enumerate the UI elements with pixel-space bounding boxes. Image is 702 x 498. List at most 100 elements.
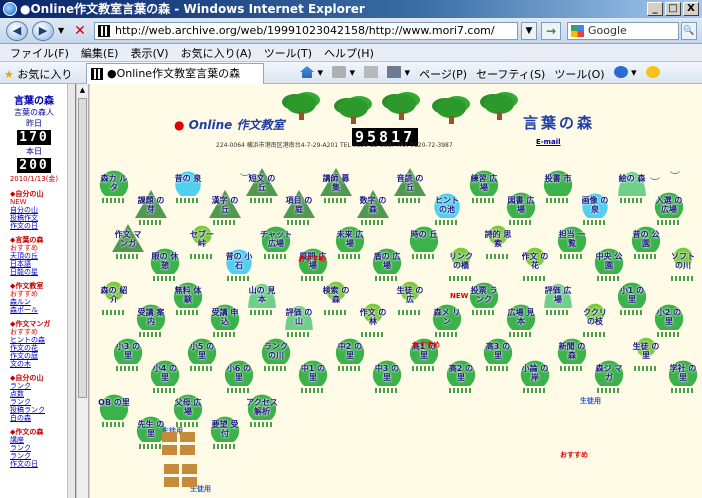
map-location-link[interactable]: 入選 の広場 xyxy=(653,190,685,218)
map-location-link[interactable]: 広場 見本 xyxy=(505,302,537,330)
sidebar-link[interactable]: 森ポール xyxy=(10,306,64,314)
map-location-link[interactable]: 項目 の庭 xyxy=(283,190,315,218)
sidebar-link[interactable]: 投稿ランク xyxy=(10,406,64,414)
map-location-link[interactable]: 担当 一覧 xyxy=(556,224,588,252)
sidebar-link[interactable]: 日本語 xyxy=(10,260,64,268)
map-location-link[interactable]: 無料 体験 xyxy=(172,280,204,308)
search-field[interactable]: Google xyxy=(567,22,679,40)
sidebar-link[interactable]: ランク xyxy=(10,444,64,452)
map-location-link[interactable]: 評価 の山 xyxy=(283,302,315,330)
map-location-link[interactable]: 昔の 小石 xyxy=(223,246,255,274)
sidebar-link[interactable]: ランク xyxy=(10,398,64,406)
map-location-link[interactable]: 小2 の里 xyxy=(653,302,685,330)
map-location-link[interactable]: 投票 ランク xyxy=(468,280,500,308)
map-location-link[interactable]: 投書 市 xyxy=(542,168,574,196)
sidebar-link[interactable]: 森ルン xyxy=(10,298,64,306)
sidebar-link[interactable]: おすすめ xyxy=(10,328,64,336)
tools-menu[interactable]: ツール(O) xyxy=(554,66,604,82)
map-location-link[interactable]: 絵の 森 xyxy=(616,168,648,196)
map-location-link[interactable]: ソフト の川 xyxy=(667,246,699,274)
map-location-link[interactable]: 森ジ マガ xyxy=(593,358,625,386)
map-location-link[interactable]: 中央 公園 xyxy=(593,246,625,274)
map-location-link[interactable]: ランク の川 xyxy=(260,336,292,364)
sidebar-link[interactable]: 作文の日 xyxy=(10,222,64,230)
map-location-link[interactable]: チャット 広場 xyxy=(260,224,292,252)
search-button[interactable]: 🔍 xyxy=(681,22,697,40)
safety-menu[interactable]: セーフティ(S) xyxy=(476,66,545,82)
feeds-button[interactable]: ▾ xyxy=(332,66,355,82)
stop-icon[interactable]: ✕ xyxy=(72,23,88,39)
page-menu[interactable]: ページ(P) xyxy=(419,66,467,82)
minimize-button[interactable]: _ xyxy=(647,2,663,16)
menu-edit[interactable]: 編集(E) xyxy=(75,45,125,61)
map-location-link[interactable]: 検索 の森 xyxy=(320,280,352,308)
menu-file[interactable]: ファイル(F) xyxy=(4,45,75,61)
sidebar-link[interactable]: 作文の日 xyxy=(10,460,64,468)
history-dropdown-icon[interactable]: ▼ xyxy=(58,26,64,35)
sidebar-link[interactable]: 文の木 xyxy=(10,360,64,368)
sidebar-link[interactable]: おすすめ xyxy=(10,244,64,252)
sidebar-link[interactable]: おすすめ xyxy=(10,290,64,298)
map-location-link[interactable]: 詩的 思索 xyxy=(482,224,514,252)
map-location-link[interactable]: 森カ ルタ xyxy=(98,168,130,196)
map-location-link[interactable]: 音読 の丘 xyxy=(394,168,426,196)
email-link[interactable]: E-mail xyxy=(536,138,561,146)
print-button[interactable]: ▾ xyxy=(387,66,410,82)
left-frame-scrollbar[interactable] xyxy=(67,84,75,498)
map-location-link[interactable]: 父母 広場 xyxy=(172,392,204,420)
map-location-link[interactable]: 講師 募集 xyxy=(320,168,352,196)
map-location-link[interactable]: 生徒 の里 xyxy=(630,336,662,364)
map-location-link[interactable]: 中1 の里 xyxy=(297,358,329,386)
map-location-link[interactable]: リンク の橋 xyxy=(445,246,477,274)
map-location-link[interactable]: 漢字 の丘 xyxy=(209,190,241,218)
sidebar-link[interactable]: 講座 xyxy=(10,436,64,444)
map-location-link[interactable]: 画像 の泉 xyxy=(579,190,611,218)
map-location-link[interactable]: 受講 案内 xyxy=(135,302,167,330)
help-button[interactable]: ▾ xyxy=(613,66,637,82)
sidebar-link[interactable]: 天頂の丘 xyxy=(10,252,64,260)
sidebar-link[interactable]: NEW xyxy=(10,198,64,206)
map-location-link[interactable]: アクセス 解析 xyxy=(246,392,278,420)
map-location-link[interactable]: 小6 の里 xyxy=(223,358,255,386)
sidebar-link[interactable]: 白の森 xyxy=(10,414,64,422)
map-location-link[interactable]: 小4 の里 xyxy=(149,358,181,386)
map-location-link[interactable]: 高3 の里 xyxy=(482,336,514,364)
map-location-link[interactable]: 中2 の里 xyxy=(334,336,366,364)
map-location-link[interactable]: 昔の 泉 xyxy=(172,168,204,196)
map-location-link[interactable]: 眼の 休憩 xyxy=(149,246,181,274)
map-location-link[interactable]: 森の 紹介 xyxy=(98,280,130,308)
map-location-link[interactable]: 高2 の里 xyxy=(445,358,477,386)
map-location-link[interactable]: 小3 の里 xyxy=(112,336,144,364)
map-location-link[interactable]: 盾の 広場 xyxy=(371,246,403,274)
main-scrollbar[interactable]: ▲ xyxy=(77,84,89,498)
map-location-link[interactable]: 作文 の林 xyxy=(357,302,389,330)
map-location-link[interactable]: 練習 広場 xyxy=(468,168,500,196)
sidebar-link[interactable]: ランク xyxy=(10,382,64,390)
menu-favorites[interactable]: お気に入り(A) xyxy=(175,45,258,61)
map-location-link[interactable]: ククリ の枝 xyxy=(579,302,611,330)
sidebar-link[interactable]: 点数 xyxy=(10,390,64,398)
menu-help[interactable]: ヘルプ(H) xyxy=(318,45,380,61)
map-location-link[interactable]: 図書 広場 xyxy=(505,190,537,218)
scroll-thumb[interactable] xyxy=(78,98,87,398)
favorites-button[interactable]: ★ お気に入り xyxy=(4,66,72,82)
map-location-link[interactable]: 昔の 公園 xyxy=(630,224,662,252)
map-location-link[interactable]: 課題 の芽 xyxy=(135,190,167,218)
go-button[interactable]: → xyxy=(541,22,561,40)
sidebar-link[interactable]: 自分の山 xyxy=(10,206,64,214)
map-location-link[interactable]: 小5 の里 xyxy=(186,336,218,364)
home-button[interactable]: ▾ xyxy=(300,66,323,82)
map-location-link[interactable]: 作文 マンガ xyxy=(112,224,144,252)
address-field[interactable]: http://web.archive.org/web/1999102304215… xyxy=(94,22,518,40)
map-location-link[interactable]: ヒント の池 xyxy=(431,190,463,218)
map-location-link[interactable]: セブー 峠 xyxy=(186,224,218,252)
map-location-link[interactable]: 森メ リン xyxy=(431,302,463,330)
map-location-link[interactable]: 数字 の森 xyxy=(357,190,389,218)
sidebar-link[interactable]: 作文の花 xyxy=(10,344,64,352)
sidebar-link[interactable]: ヒントの森 xyxy=(10,336,64,344)
sidebar-link[interactable]: 作文の庭 xyxy=(10,352,64,360)
back-button[interactable]: ◀ xyxy=(6,21,28,41)
map-location-link[interactable]: 時の 丘 xyxy=(408,224,440,252)
mail-button[interactable] xyxy=(364,66,379,82)
map-location-link[interactable]: 新聞 の森 xyxy=(556,336,588,364)
